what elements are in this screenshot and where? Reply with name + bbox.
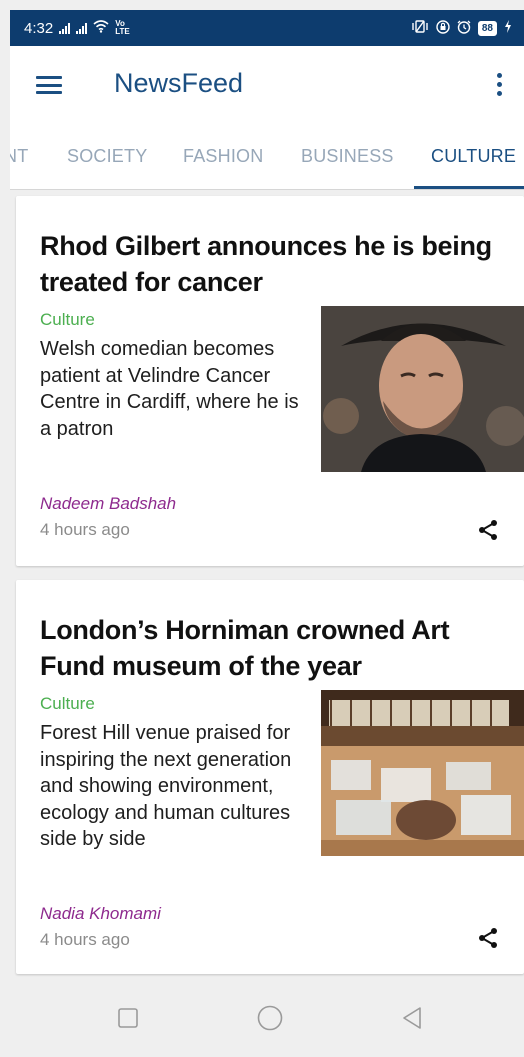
article-time: 4 hours ago	[40, 520, 130, 539]
signal-icon	[59, 22, 71, 34]
tab-business[interactable]: BUSINESS	[301, 146, 394, 167]
charging-icon	[504, 20, 512, 36]
home-circle-icon[interactable]	[252, 1000, 288, 1036]
recents-square-icon[interactable]	[110, 1000, 146, 1036]
wifi-icon	[93, 20, 109, 36]
share-icon[interactable]	[476, 518, 500, 542]
article-author: Nadia Khomami	[40, 904, 161, 923]
tab-entertainment[interactable]: NT	[10, 146, 28, 167]
signal-icon	[76, 22, 88, 34]
tab-culture[interactable]: CULTURE	[431, 146, 516, 167]
article-title[interactable]: Rhod Gilbert announces he is being treat…	[40, 228, 510, 300]
article-image[interactable]	[321, 306, 524, 472]
volte-icon: Vo LTE	[115, 19, 130, 36]
more-vertical-icon[interactable]	[494, 73, 504, 97]
active-tab-indicator	[414, 186, 524, 189]
status-bar: 4:32 Vo LTE 88	[10, 10, 524, 46]
tab-society[interactable]: SOCIETY	[67, 146, 147, 167]
vibrate-icon	[411, 20, 429, 36]
app-title: NewsFeed	[114, 68, 244, 98]
article-summary: Welsh comedian becomes patient at Velind…	[40, 338, 299, 440]
lock-rotation-icon	[436, 19, 450, 37]
article-category: Culture	[40, 310, 95, 329]
article-author: Nadeem Badshah	[40, 494, 177, 513]
news-feed[interactable]: Rhod Gilbert announces he is being treat…	[10, 190, 524, 980]
article-card[interactable]: London’s Horniman crowned Art Fund museu…	[16, 580, 524, 974]
share-icon[interactable]	[476, 926, 500, 950]
article-summary: Forest Hill venue praised for inspiring …	[40, 722, 292, 850]
alarm-icon	[457, 20, 471, 37]
tab-fashion[interactable]: FASHION	[183, 146, 263, 167]
article-card[interactable]: Rhod Gilbert announces he is being treat…	[16, 196, 524, 566]
system-nav-bar	[10, 980, 524, 1057]
hamburger-menu-icon[interactable]	[36, 76, 62, 94]
article-image[interactable]	[321, 690, 524, 856]
portrait-photo	[321, 306, 524, 472]
battery-icon: 88	[477, 20, 497, 36]
article-title[interactable]: London’s Horniman crowned Art Fund museu…	[40, 612, 510, 684]
museum-hall-photo	[321, 690, 524, 856]
article-category: Culture	[40, 694, 95, 713]
category-tabs: NT SOCIETY FASHION BUSINESS CULTURE	[10, 124, 524, 190]
app-bar: NewsFeed	[10, 46, 524, 124]
status-right: 88	[411, 19, 512, 37]
status-time: 4:32	[24, 19, 54, 37]
article-time: 4 hours ago	[40, 930, 130, 949]
back-triangle-icon[interactable]	[394, 1000, 430, 1036]
status-left: 4:32 Vo LTE	[24, 20, 130, 37]
